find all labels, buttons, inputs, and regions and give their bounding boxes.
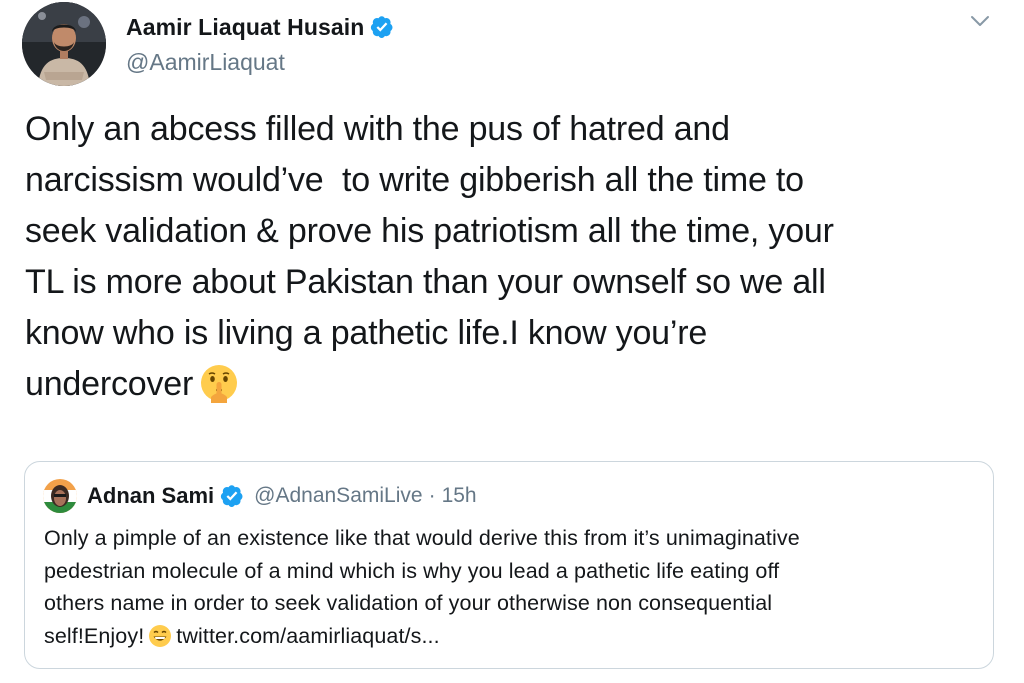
quoted-tweet-link[interactable]: twitter.com/aamirliaquat/s... xyxy=(176,624,439,648)
verified-badge-icon xyxy=(371,16,393,38)
quoted-author-display-name: Adnan Sami xyxy=(87,483,215,508)
author-display-name[interactable]: Aamir Liaquat Husain xyxy=(126,14,364,41)
quoted-tweet-text: Only a pimple of an existence like that … xyxy=(44,522,974,652)
quoted-tweet[interactable]: Adnan Sami @AdnanSamiLive · 15h Only a p… xyxy=(24,461,994,669)
tweet-header: Aamir Liaquat Husain @AamirLiaquat xyxy=(22,2,394,86)
grinning-face-emoji xyxy=(149,624,172,647)
verified-badge-icon xyxy=(221,485,243,507)
chevron-down-icon[interactable] xyxy=(970,14,990,28)
tweet-text: Only an abcess filled with the pus of ha… xyxy=(25,104,1005,410)
timestamp-separator: · xyxy=(428,484,436,507)
quoted-author-avatar xyxy=(43,479,77,513)
author-handle[interactable]: @AamirLiaquat xyxy=(126,49,394,76)
quoted-author-handle: @AdnanSamiLive xyxy=(254,484,423,507)
quoted-tweet-time: 15h xyxy=(441,484,477,507)
author-avatar[interactable] xyxy=(22,2,106,86)
author-names: Aamir Liaquat Husain @AamirLiaquat xyxy=(126,12,394,76)
quoted-tweet-header: Adnan Sami @AdnanSamiLive · 15h xyxy=(43,478,477,514)
author-name-row: Aamir Liaquat Husain xyxy=(126,12,394,42)
shushing-face-emoji xyxy=(201,365,238,403)
tweet-text-content: Only an abcess filled with the pus of ha… xyxy=(25,110,834,403)
tweet-card: Aamir Liaquat Husain @AamirLiaquat Only … xyxy=(0,0,1024,683)
